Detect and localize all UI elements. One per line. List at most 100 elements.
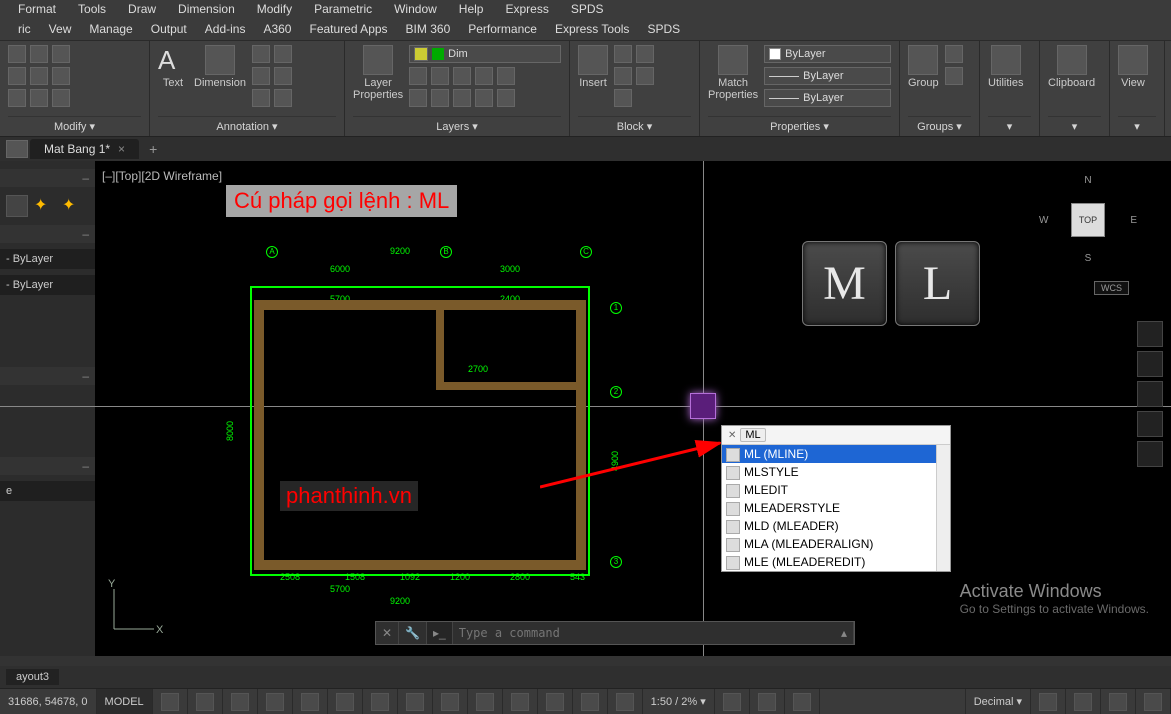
- palette-icon[interactable]: ✦: [62, 195, 84, 217]
- close-icon[interactable]: ✕: [728, 430, 736, 441]
- selection-cycling-icon[interactable]: [476, 693, 494, 711]
- status-icon[interactable]: [1039, 693, 1057, 711]
- status-icon[interactable]: [1074, 693, 1092, 711]
- status-model-button[interactable]: MODEL: [97, 689, 153, 714]
- isodraft-icon[interactable]: [301, 693, 319, 711]
- modify-icon[interactable]: [52, 89, 70, 107]
- modify-icon[interactable]: [8, 89, 26, 107]
- osnap-icon[interactable]: [336, 693, 354, 711]
- block-icon[interactable]: [636, 67, 654, 85]
- panel-annotation-label[interactable]: Annotation ▾: [158, 116, 336, 136]
- scrollbar[interactable]: [936, 445, 950, 571]
- status-icon[interactable]: [1109, 693, 1127, 711]
- panel-modify-label[interactable]: Modify ▾: [8, 116, 141, 136]
- layer-icon[interactable]: [475, 67, 493, 85]
- cmd-customize-icon[interactable]: 🔧: [399, 622, 427, 644]
- status-icon[interactable]: [793, 693, 811, 711]
- palette-header[interactable]: –: [0, 169, 95, 187]
- ribtab-0[interactable]: ric: [18, 22, 31, 36]
- autocomplete-item[interactable]: MLE (MLEADEREDIT): [722, 553, 950, 571]
- autocomplete-item[interactable]: MLSTYLE: [722, 463, 950, 481]
- annotation-monitor-icon[interactable]: [581, 693, 599, 711]
- palette-header[interactable]: –: [0, 367, 95, 385]
- palette-bylayer[interactable]: - ByLayer: [0, 275, 95, 295]
- layer-icon[interactable]: [475, 89, 493, 107]
- layer-icon[interactable]: [453, 89, 471, 107]
- grid-icon[interactable]: [161, 693, 179, 711]
- layer-icon[interactable]: [431, 89, 449, 107]
- menu-modify[interactable]: Modify: [257, 2, 292, 16]
- layer-properties-button[interactable]: Layer Properties: [353, 45, 403, 101]
- autocomplete-item[interactable]: ML (MLINE): [722, 445, 950, 463]
- ribtab-2[interactable]: Manage: [89, 22, 132, 36]
- start-tab-icon[interactable]: [6, 140, 28, 158]
- command-input[interactable]: [453, 626, 835, 640]
- ribtab-9[interactable]: Express Tools: [555, 22, 629, 36]
- panel-clipboard-label[interactable]: ▾: [1048, 116, 1101, 136]
- dynamic-input-icon[interactable]: [511, 693, 529, 711]
- snap-icon[interactable]: [196, 693, 214, 711]
- block-icon[interactable]: [614, 45, 632, 63]
- modify-icon[interactable]: [8, 45, 26, 63]
- modify-icon[interactable]: [30, 45, 48, 63]
- polar-icon[interactable]: [266, 693, 284, 711]
- dimension-button[interactable]: Dimension: [194, 45, 246, 89]
- ribtab-3[interactable]: Output: [151, 22, 187, 36]
- modify-icon[interactable]: [52, 45, 70, 63]
- drawing-area[interactable]: [–][Top][2D Wireframe] – ✦✦ – - ByLayer …: [0, 161, 1171, 656]
- autocomplete-item[interactable]: MLA (MLEADERALIGN): [722, 535, 950, 553]
- viewcube-n[interactable]: N: [1084, 175, 1091, 186]
- anno-icon[interactable]: [274, 89, 292, 107]
- autocomplete-item[interactable]: MLEDIT: [722, 481, 950, 499]
- menu-parametric[interactable]: Parametric: [314, 2, 372, 16]
- ribtab-8[interactable]: Performance: [468, 22, 537, 36]
- insert-button[interactable]: Insert: [578, 45, 608, 89]
- anno-icon[interactable]: [274, 45, 292, 63]
- menu-spds[interactable]: SPDS: [571, 2, 604, 16]
- groups-icon[interactable]: [945, 67, 963, 85]
- close-icon[interactable]: ×: [118, 142, 125, 156]
- autocomplete-item[interactable]: MLEADERSTYLE: [722, 499, 950, 517]
- block-icon[interactable]: [636, 45, 654, 63]
- pan-icon[interactable]: [1137, 351, 1163, 377]
- orbit-icon[interactable]: [1137, 411, 1163, 437]
- status-units[interactable]: Decimal ▾: [966, 689, 1031, 714]
- viewcube-face[interactable]: TOP: [1071, 203, 1105, 237]
- palette-item[interactable]: e: [0, 481, 95, 501]
- modify-icon[interactable]: [8, 67, 26, 85]
- layer-icon[interactable]: [453, 67, 471, 85]
- lineweight-icon[interactable]: [406, 693, 424, 711]
- palette-header[interactable]: –: [0, 457, 95, 475]
- anno-icon[interactable]: [252, 45, 270, 63]
- panel-utilities-label[interactable]: ▾: [988, 116, 1031, 136]
- add-drawing-tab[interactable]: +: [141, 138, 165, 160]
- modify-icon[interactable]: [30, 67, 48, 85]
- palette-icon[interactable]: [6, 195, 28, 217]
- layout-tab[interactable]: ayout3: [6, 669, 59, 685]
- panel-groups-label[interactable]: Groups ▾: [908, 116, 971, 136]
- modify-icon[interactable]: [52, 67, 70, 85]
- layer-icon[interactable]: [497, 67, 515, 85]
- menu-draw[interactable]: Draw: [128, 2, 156, 16]
- wcs-label[interactable]: WCS: [1094, 281, 1129, 295]
- menu-tools[interactable]: Tools: [78, 2, 106, 16]
- drawing-tab[interactable]: Mat Bang 1* ×: [30, 139, 139, 159]
- panel-block-label[interactable]: Block ▾: [578, 116, 691, 136]
- anno-icon[interactable]: [252, 67, 270, 85]
- layer-icon[interactable]: [497, 89, 515, 107]
- menu-window[interactable]: Window: [394, 2, 437, 16]
- viewcube-e[interactable]: E: [1130, 215, 1137, 226]
- menu-help[interactable]: Help: [459, 2, 484, 16]
- ribtab-4[interactable]: Add-ins: [205, 22, 246, 36]
- customize-icon[interactable]: [1144, 693, 1162, 711]
- palette-icon[interactable]: ✦: [34, 195, 56, 217]
- panel-view-label[interactable]: ▾: [1118, 116, 1156, 136]
- autocomplete-input[interactable]: ML: [740, 428, 765, 442]
- status-icon[interactable]: [758, 693, 776, 711]
- linetype-combo[interactable]: ByLayer: [764, 89, 891, 107]
- menu-dimension[interactable]: Dimension: [178, 2, 235, 16]
- color-combo[interactable]: ByLayer: [764, 45, 891, 63]
- command-line[interactable]: ✕ 🔧 ▸_ ▴: [375, 621, 855, 645]
- groups-icon[interactable]: [945, 45, 963, 63]
- match-properties-button[interactable]: Match Properties: [708, 45, 758, 101]
